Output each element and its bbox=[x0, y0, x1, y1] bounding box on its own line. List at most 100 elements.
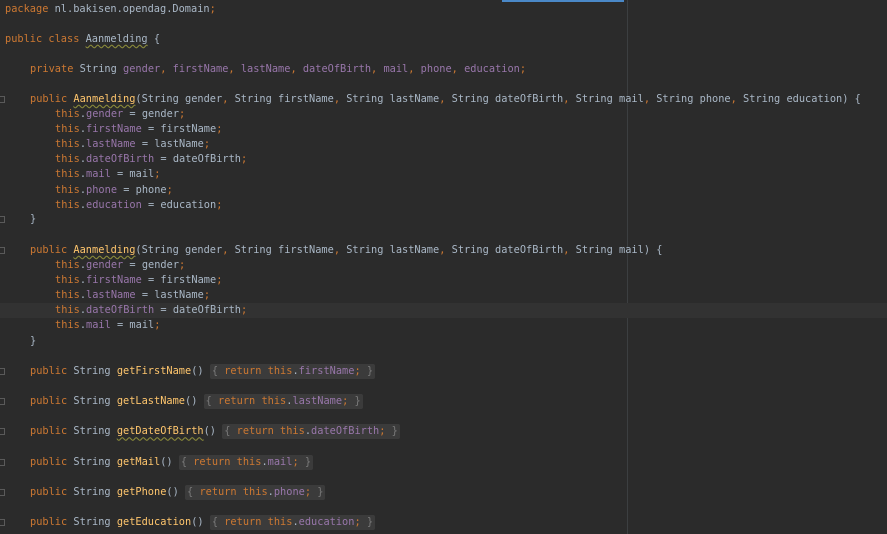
fold-marker-icon[interactable] bbox=[0, 368, 5, 375]
method-name: getLastName bbox=[116, 395, 186, 408]
method-name: getMail bbox=[116, 455, 161, 468]
this-keyword: this bbox=[267, 365, 293, 377]
fields-modifier: private bbox=[30, 63, 74, 75]
open-brace: { bbox=[211, 516, 225, 528]
fold-marker-icon[interactable] bbox=[0, 458, 5, 466]
open-brace: { bbox=[187, 485, 200, 498]
code-line-assignment[interactable]: this.firstName = firstName; bbox=[0, 273, 887, 288]
assignment-statement: this.firstName = firstName; bbox=[55, 274, 223, 287]
code-line-assignment[interactable]: this.firstName = firstName; bbox=[0, 122, 887, 137]
code-line-getter-getFirstName[interactable]: public String getFirstName() { return th… bbox=[0, 364, 887, 379]
field-ref: gender bbox=[86, 259, 124, 271]
fold-end-icon[interactable] bbox=[0, 216, 5, 223]
assignment-statement: this.gender = gender; bbox=[55, 259, 186, 271]
separator: ; bbox=[519, 63, 527, 75]
semicolon: ; bbox=[154, 168, 161, 181]
code-line-constructor-2[interactable]: public Aanmelding(String gender, String … bbox=[0, 243, 887, 258]
code-line-assignment[interactable]: this.mail = mail; bbox=[0, 167, 887, 182]
method-name: getDateOfBirth bbox=[116, 425, 204, 438]
this-keyword: this bbox=[242, 485, 268, 498]
code-line-getter-getLastName[interactable]: public String getLastName() { return thi… bbox=[0, 394, 887, 410]
code-line-assignment[interactable]: this.lastName = lastName; bbox=[0, 288, 887, 303]
separator: , bbox=[333, 93, 347, 105]
getter-declaration: public String getFirstName() { return th… bbox=[30, 364, 376, 379]
assignment-statement: this.dateOfBirth = dateOfBirth; bbox=[55, 304, 248, 317]
folded-method-body[interactable]: { return this.mail; } bbox=[178, 454, 314, 470]
code-line-assignment[interactable]: this.lastName = lastName; bbox=[0, 137, 887, 152]
field-ref: firstName bbox=[86, 123, 142, 136]
close-brace: } bbox=[360, 365, 374, 377]
class-name: Aanmelding bbox=[85, 33, 148, 45]
parameter: String mail bbox=[575, 93, 644, 105]
field-ref: dateOfBirth bbox=[86, 304, 155, 317]
folded-method-body[interactable]: { return this.education; } bbox=[209, 515, 376, 530]
field-ref: firstName bbox=[298, 365, 355, 377]
separator: , bbox=[228, 63, 241, 75]
field-name: education bbox=[464, 63, 520, 75]
assignment-statement: this.lastName = lastName; bbox=[55, 138, 211, 151]
this-keyword: this bbox=[55, 304, 80, 317]
separator: , bbox=[643, 93, 657, 105]
code-line-getter-getEducation[interactable]: public String getEducation() { return th… bbox=[0, 515, 887, 530]
close-brace: } bbox=[360, 516, 374, 528]
semicolon: ; bbox=[216, 274, 223, 287]
parameter: String education bbox=[743, 93, 843, 105]
modifier: public bbox=[30, 365, 68, 377]
field-name: dateOfBirth bbox=[302, 63, 372, 75]
code-editor[interactable]: package nl.bakisen.opendag.Domain; publi… bbox=[0, 0, 887, 534]
fold-marker-icon[interactable] bbox=[0, 96, 5, 103]
parameter: String mail bbox=[575, 244, 644, 256]
method-name: getPhone bbox=[116, 485, 167, 498]
parameter: String firstName bbox=[234, 244, 334, 256]
separator: , bbox=[371, 63, 384, 75]
this-keyword: this bbox=[267, 516, 293, 528]
this-keyword: this bbox=[55, 183, 80, 196]
parameter: String firstName bbox=[234, 93, 334, 105]
separator: , bbox=[730, 93, 744, 105]
code-line-constructor-2-close[interactable]: } bbox=[0, 334, 887, 349]
code-line-assignment[interactable]: this.phone = phone; bbox=[0, 183, 887, 198]
folded-method-body[interactable]: { return this.firstName; } bbox=[209, 364, 376, 379]
assignment-statement: this.dateOfBirth = dateOfBirth; bbox=[55, 153, 248, 166]
field-ref: phone bbox=[86, 183, 118, 196]
modifier: public bbox=[30, 455, 68, 468]
code-line-assignment[interactable]: this.dateOfBirth = dateOfBirth; bbox=[0, 152, 887, 167]
modifier: public bbox=[30, 244, 68, 256]
code-line-fields[interactable]: private String gender, firstName, lastNa… bbox=[0, 62, 887, 77]
code-line-constructor-1[interactable]: public Aanmelding(String gender, String … bbox=[0, 92, 887, 107]
this-keyword: this bbox=[55, 259, 80, 271]
separator: , bbox=[439, 244, 452, 256]
code-line-class-declaration[interactable]: public class Aanmelding { bbox=[0, 32, 887, 47]
separator: , bbox=[563, 244, 576, 256]
code-line-assignment[interactable]: this.mail = mail; bbox=[0, 318, 887, 333]
field-name: lastName bbox=[240, 63, 291, 75]
separator: , bbox=[563, 93, 576, 105]
field-ref: dateOfBirth bbox=[311, 425, 380, 438]
getter-declaration: public String getLastName() { return thi… bbox=[30, 394, 363, 410]
code-line-getter-getDateOfBirth[interactable]: public String getDateOfBirth() { return … bbox=[0, 424, 887, 440]
assignment-statement: this.lastName = lastName; bbox=[55, 289, 211, 302]
code-line-getter-getPhone[interactable]: public String getPhone() { return this.p… bbox=[0, 484, 887, 500]
fold-marker-icon[interactable] bbox=[0, 519, 5, 526]
code-line-assignment[interactable]: this.gender = gender; bbox=[0, 107, 887, 122]
code-line-constructor-1-close[interactable]: } bbox=[0, 212, 887, 227]
code-line-package[interactable]: package nl.bakisen.opendag.Domain; bbox=[0, 2, 887, 17]
modifier: public bbox=[30, 93, 68, 105]
code-line-assignment[interactable]: this.dateOfBirth = dateOfBirth; bbox=[0, 303, 887, 319]
separator: , bbox=[333, 244, 347, 256]
folded-method-body[interactable]: { return this.phone; } bbox=[185, 484, 326, 500]
field-ref: lastName bbox=[86, 289, 136, 302]
code-line-assignment[interactable]: this.gender = gender; bbox=[0, 258, 887, 273]
folded-method-body[interactable]: { return this.lastName; } bbox=[203, 394, 363, 410]
fold-marker-icon[interactable] bbox=[0, 488, 5, 496]
this-keyword: this bbox=[55, 108, 80, 120]
fold-marker-icon[interactable] bbox=[0, 428, 5, 436]
code-line-getter-getMail[interactable]: public String getMail() { return this.ma… bbox=[0, 454, 887, 470]
code-line-assignment[interactable]: this.education = education; bbox=[0, 198, 887, 213]
fold-marker-icon[interactable] bbox=[0, 247, 5, 254]
fold-marker-icon[interactable] bbox=[0, 398, 5, 406]
folded-method-body[interactable]: { return this.dateOfBirth; } bbox=[222, 424, 400, 440]
getter-declaration: public String getMail() { return this.ma… bbox=[30, 454, 314, 470]
return-keyword: return bbox=[218, 395, 256, 408]
separator: , bbox=[290, 63, 303, 75]
